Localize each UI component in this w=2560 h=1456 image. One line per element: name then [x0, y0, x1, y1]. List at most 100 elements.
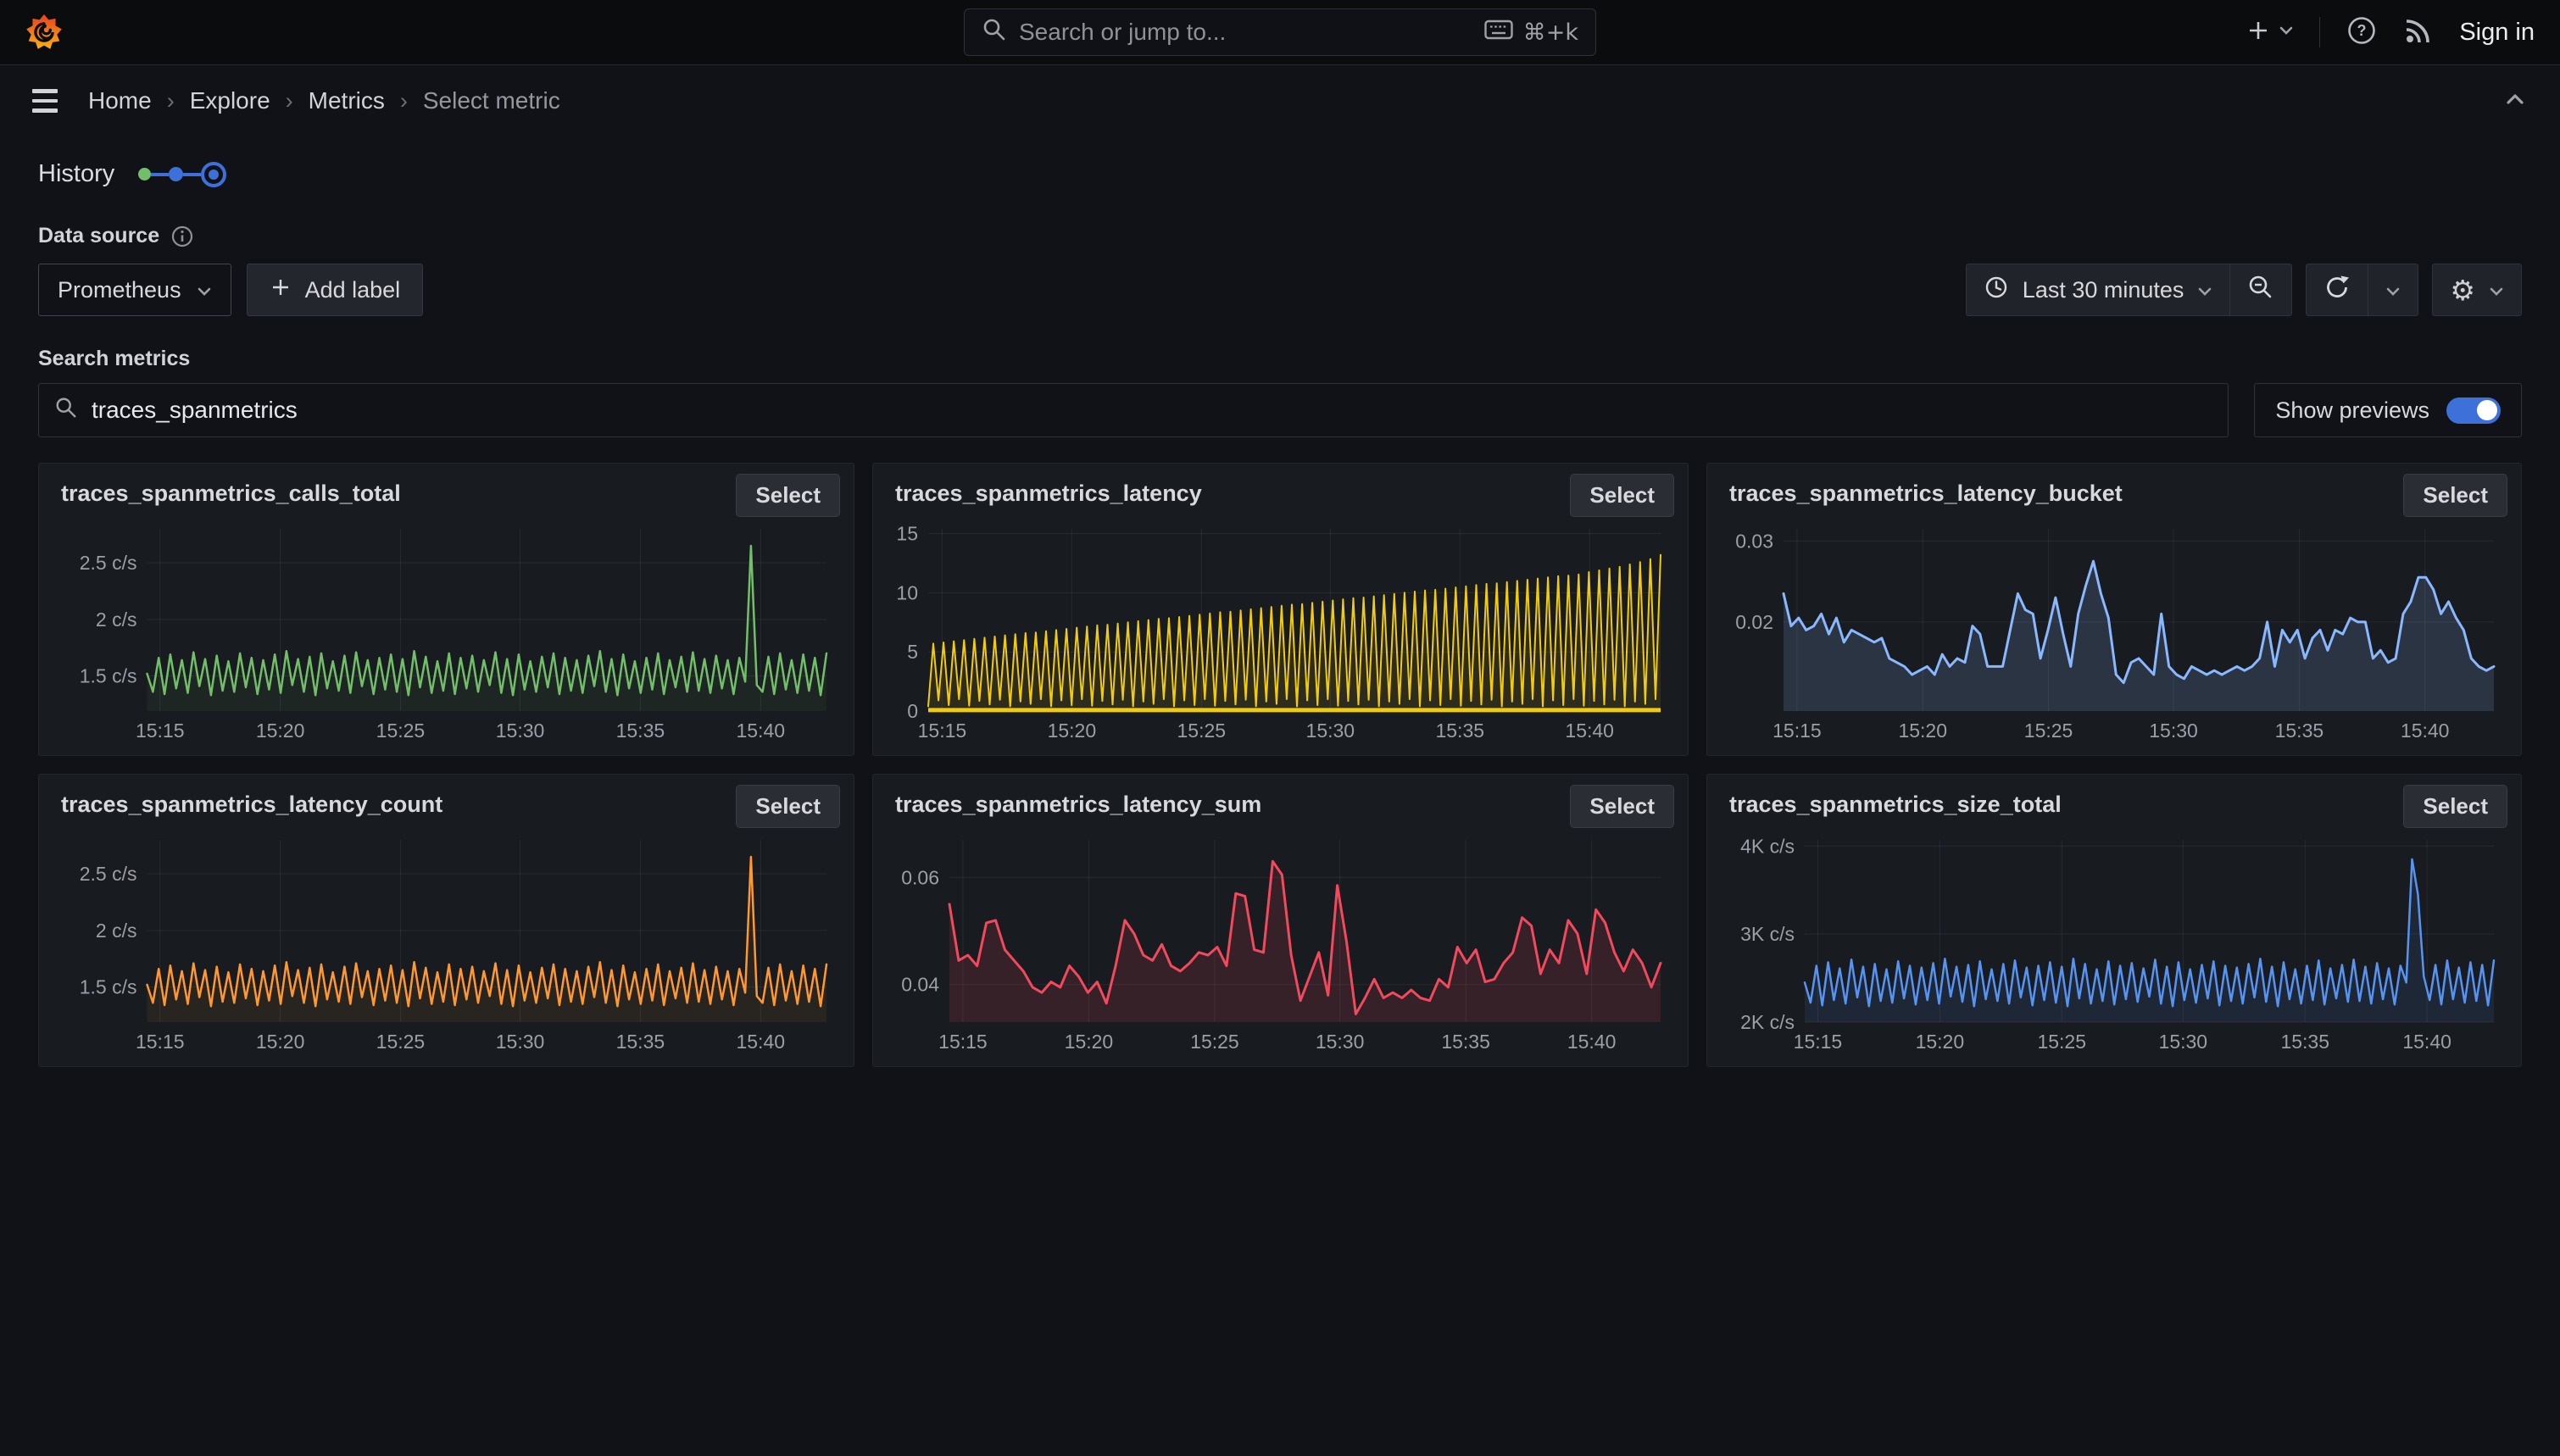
menu-toggle-button[interactable]	[27, 84, 63, 118]
settings-group: ⚙	[2432, 264, 2522, 316]
search-row: traces_spanmetrics Show previews	[38, 383, 2522, 437]
metric-panel: traces_spanmetrics_latency_bucket Select…	[1706, 463, 2522, 756]
select-metric-button[interactable]: Select	[2403, 474, 2507, 517]
select-metric-button[interactable]: Select	[2403, 785, 2507, 828]
history-connector	[183, 173, 201, 176]
svg-text:15:25: 15:25	[2024, 720, 2073, 742]
chevron-down-icon	[2489, 277, 2504, 303]
topnav-search[interactable]: Search or jump to... ⌘+k	[964, 8, 1596, 56]
svg-text:15:30: 15:30	[496, 1031, 545, 1053]
zoom-out-button[interactable]	[2230, 264, 2291, 315]
history-step-current-icon[interactable]	[201, 162, 226, 187]
breadcrumb-separator: ›	[286, 88, 293, 114]
time-range-picker[interactable]: Last 30 minutes	[1967, 264, 2230, 315]
show-previews-toggle[interactable]	[2446, 397, 2501, 424]
metric-panel: traces_spanmetrics_latency_sum Select 15…	[872, 774, 1689, 1067]
info-icon[interactable]	[171, 225, 193, 247]
svg-text:15:20: 15:20	[1898, 720, 1947, 742]
select-metric-button[interactable]: Select	[736, 474, 840, 517]
datasource-label: Data source	[38, 224, 159, 248]
svg-text:5: 5	[907, 641, 918, 663]
svg-text:15:40: 15:40	[1565, 720, 1614, 742]
select-metric-button[interactable]: Select	[1570, 474, 1674, 517]
svg-text:15:20: 15:20	[256, 1031, 305, 1053]
svg-text:2K c/s: 2K c/s	[1740, 1011, 1795, 1033]
collapse-button[interactable]	[2497, 87, 2533, 115]
panel-title: traces_spanmetrics_calls_total	[53, 474, 401, 507]
svg-text:15:35: 15:35	[1441, 1031, 1490, 1053]
panel-title: traces_spanmetrics_latency	[887, 474, 1202, 507]
history-row: History	[38, 136, 2522, 188]
chevron-down-icon	[2279, 25, 2294, 41]
metric-panel: traces_spanmetrics_latency Select 15:151…	[872, 463, 1689, 756]
refresh-icon	[2323, 274, 2351, 307]
help-icon: ?	[2346, 14, 2378, 51]
datasource-picker[interactable]: Prometheus	[38, 264, 231, 316]
select-metric-button[interactable]: Select	[736, 785, 840, 828]
svg-text:2.5 c/s: 2.5 c/s	[80, 863, 137, 885]
svg-text:1.5 c/s: 1.5 c/s	[80, 976, 137, 998]
svg-text:15:20: 15:20	[256, 720, 305, 742]
news-button[interactable]	[2403, 15, 2434, 50]
svg-text:0: 0	[907, 700, 918, 722]
svg-text:0.02: 0.02	[1735, 611, 1773, 633]
svg-text:0.04: 0.04	[901, 974, 939, 996]
metric-panels-grid: traces_spanmetrics_calls_total Select 15…	[38, 463, 2522, 1067]
svg-text:15:25: 15:25	[376, 720, 426, 742]
svg-text:15:35: 15:35	[616, 1031, 665, 1053]
zoom-out-icon	[2247, 274, 2274, 307]
settings-button[interactable]: ⚙	[2433, 264, 2521, 315]
timeseries-chart: 15:1515:2015:2515:3015:3515:401.5 c/s2 c…	[53, 830, 840, 1060]
plus-icon	[2245, 17, 2272, 48]
svg-text:15:35: 15:35	[2275, 720, 2324, 742]
time-range-group: Last 30 minutes	[1966, 264, 2293, 316]
breadcrumb-metrics[interactable]: Metrics	[309, 87, 385, 114]
svg-text:0.06: 0.06	[901, 866, 939, 888]
select-metric-button[interactable]: Select	[1570, 785, 1674, 828]
refresh-group	[2306, 264, 2418, 316]
top-nav: Search or jump to... ⌘+k ?	[0, 0, 2560, 65]
svg-text:15:30: 15:30	[2159, 1031, 2208, 1053]
search-metrics-input[interactable]: traces_spanmetrics	[38, 383, 2229, 437]
svg-text:15:40: 15:40	[736, 1031, 785, 1053]
chevron-down-icon	[197, 277, 212, 303]
breadcrumb-explore[interactable]: Explore	[190, 87, 270, 114]
show-previews-control: Show previews	[2254, 383, 2522, 437]
svg-text:15:15: 15:15	[938, 1031, 988, 1053]
sign-in-button[interactable]: Sign in	[2459, 19, 2535, 47]
history-timeline[interactable]	[138, 162, 226, 187]
datasource-value: Prometheus	[58, 277, 181, 303]
svg-text:15:20: 15:20	[1048, 720, 1097, 742]
history-connector	[151, 173, 169, 176]
svg-text:?: ?	[2357, 22, 2367, 39]
refresh-button[interactable]	[2307, 264, 2368, 315]
help-button[interactable]: ?	[2346, 14, 2378, 51]
grafana-logo[interactable]	[25, 14, 63, 51]
refresh-interval-dropdown[interactable]	[2368, 264, 2418, 315]
panel-title: traces_spanmetrics_latency_bucket	[1721, 474, 2123, 507]
timeseries-chart: 15:1515:2015:2515:3015:3515:40051015	[887, 519, 1674, 749]
search-icon	[54, 396, 78, 425]
shortcut-hint: ⌘+k	[1523, 19, 1578, 46]
svg-text:3K c/s: 3K c/s	[1740, 923, 1795, 945]
svg-text:4K c/s: 4K c/s	[1740, 835, 1795, 857]
svg-text:15:30: 15:30	[2149, 720, 2198, 742]
svg-text:15:40: 15:40	[1567, 1031, 1617, 1053]
metric-panel: traces_spanmetrics_calls_total Select 15…	[38, 463, 854, 756]
svg-text:15:40: 15:40	[2401, 720, 2450, 742]
panel-title: traces_spanmetrics_latency_sum	[887, 785, 1261, 818]
history-step-icon[interactable]	[169, 167, 183, 181]
add-label-button[interactable]: Add label	[247, 264, 424, 316]
new-menu-button[interactable]	[2245, 17, 2294, 48]
history-step-start-icon[interactable]	[138, 168, 151, 181]
svg-text:15:20: 15:20	[1065, 1031, 1114, 1053]
controls-row: Prometheus Add label Last 30 minutes	[38, 264, 2522, 316]
svg-text:15:40: 15:40	[2402, 1031, 2451, 1053]
chevron-down-icon	[2197, 277, 2212, 303]
breadcrumb-home[interactable]: Home	[88, 87, 152, 114]
timeseries-chart: 15:1515:2015:2515:3015:3515:400.020.03	[1721, 519, 2507, 749]
metric-panel: traces_spanmetrics_size_total Select 15:…	[1706, 774, 2522, 1067]
breadcrumb-bar: Home › Explore › Metrics › Select metric	[0, 65, 2560, 136]
timeseries-chart: 15:1515:2015:2515:3015:3515:401.5 c/s2 c…	[53, 519, 840, 749]
breadcrumb-separator: ›	[167, 88, 175, 114]
